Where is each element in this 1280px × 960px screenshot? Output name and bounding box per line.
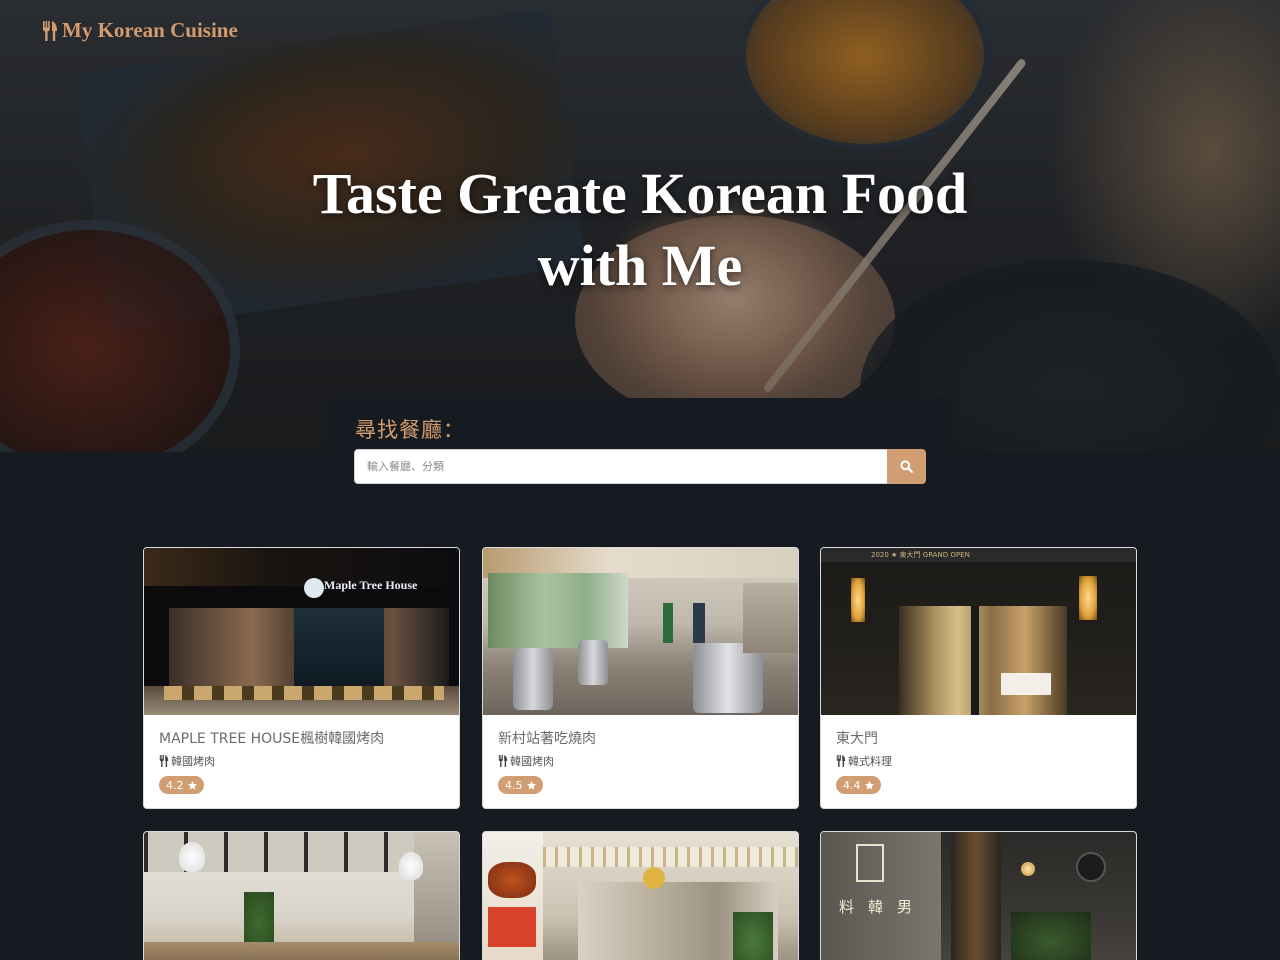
chef-sign: 料 韓 男: [839, 896, 912, 917]
restaurant-photo: Maple Tree House: [144, 548, 459, 715]
restaurant-card[interactable]: [482, 831, 799, 960]
restaurant-card[interactable]: 料 韓 男: [820, 831, 1137, 960]
restaurant-category-label: 韓式料理: [848, 755, 892, 768]
restaurant-category: 韓國烤肉: [159, 753, 215, 769]
chef-sign-char: 料: [839, 898, 855, 916]
restaurant-category: 韓式料理: [836, 753, 892, 769]
restaurant-card[interactable]: [143, 831, 460, 960]
search-button[interactable]: [887, 449, 926, 484]
utensils-icon: [498, 755, 508, 767]
star-icon: [187, 780, 197, 790]
rating-value: 4.2: [166, 778, 184, 792]
hero-fries-plate: [740, 0, 990, 150]
hero-title-line2: with Me: [537, 233, 743, 298]
restaurant-category-label: 韓國烤肉: [171, 755, 215, 768]
star-icon: [526, 780, 536, 790]
rating-badge: 4.2: [159, 776, 204, 794]
utensils-icon: [43, 20, 57, 41]
brand-name: My Korean Cuisine: [62, 18, 238, 42]
restaurant-card[interactable]: 新村站著吃燒肉 韓國烤肉 4.5: [482, 547, 799, 809]
restaurant-photo: [483, 548, 798, 715]
restaurant-category: 韓國烤肉: [498, 753, 554, 769]
restaurant-name: MAPLE TREE HOUSE楓樹韓國烤肉: [159, 731, 385, 747]
utensils-icon: [159, 755, 169, 767]
restaurant-name: 新村站著吃燒肉: [498, 731, 596, 747]
maple-sign: Maple Tree House: [324, 578, 418, 592]
brand-logo-link[interactable]: My Korean Cuisine: [42, 18, 238, 43]
restaurant-photo: 2020 ★ 東大門 GRAND OPEN: [821, 548, 1136, 715]
star-icon: [864, 780, 874, 790]
restaurant-name: 東大門: [836, 731, 878, 747]
search-label: 尋找餐廳：: [355, 418, 465, 442]
chef-sign-char: 男: [897, 898, 913, 916]
hero-title-line1: Taste Greate Korean Food: [312, 161, 968, 226]
dongdaemun-banner: 2020 ★ 東大門 GRAND OPEN: [871, 551, 970, 559]
rating-badge: 4.5: [498, 776, 543, 794]
search-icon: [900, 460, 913, 473]
search-form: 尋找餐廳：: [327, 398, 953, 502]
search-input[interactable]: [354, 449, 888, 484]
restaurant-card[interactable]: Maple Tree House MAPLE TREE HOUSE楓樹韓國烤肉 …: [143, 547, 460, 809]
restaurant-card[interactable]: 2020 ★ 東大門 GRAND OPEN 東大門 韓式料理 4.4: [820, 547, 1137, 809]
rating-badge: 4.4: [836, 776, 881, 794]
restaurant-photo: 料 韓 男: [821, 832, 1136, 960]
restaurant-photo: [483, 832, 798, 960]
chef-sign-char: 韓: [868, 898, 884, 916]
restaurant-category-label: 韓國烤肉: [510, 755, 554, 768]
hero-title: Taste Greate Korean Food with Me: [0, 158, 1280, 302]
rating-value: 4.5: [505, 778, 523, 792]
utensils-icon: [836, 755, 846, 767]
rating-value: 4.4: [843, 778, 861, 792]
restaurant-photo: [144, 832, 459, 960]
